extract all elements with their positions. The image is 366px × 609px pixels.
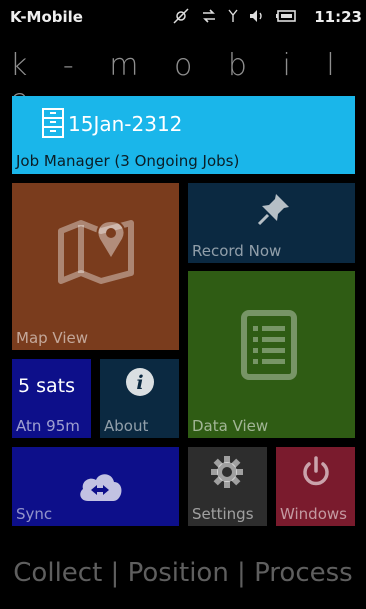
- job-manager-tile[interactable]: 15Jan-2312 Job Manager (3 Ongoing Jobs): [12, 96, 355, 174]
- data-view-tile[interactable]: Data View: [188, 271, 355, 438]
- map-view-label: Map View: [16, 329, 89, 347]
- data-transfer-icon: [200, 7, 218, 29]
- status-bar: K-Mobile 11:23: [8, 0, 366, 36]
- status-app-name: K-Mobile: [10, 8, 83, 26]
- document-list-icon: [240, 309, 298, 385]
- windows-tile[interactable]: Windows: [276, 447, 355, 526]
- file-cabinet-icon: [42, 108, 64, 138]
- push-pin-icon: [256, 191, 292, 231]
- job-manager-label: Job Manager (3 Ongoing Jobs): [16, 152, 240, 170]
- satellite-count: 5 sats: [18, 375, 76, 397]
- satellites-tile[interactable]: 5 sats Atn 95m: [12, 359, 91, 438]
- status-icons: [172, 7, 298, 29]
- battery-icon: [276, 9, 298, 27]
- cloud-sync-icon: [76, 469, 124, 507]
- footer-tagline: Collect | Position | Process: [13, 558, 353, 588]
- volume-icon: [248, 8, 266, 28]
- sync-label: Sync: [16, 505, 53, 523]
- about-tile[interactable]: i About: [100, 359, 179, 438]
- job-date: 15Jan-2312: [68, 112, 183, 136]
- windows-label: Windows: [280, 505, 347, 523]
- record-now-label: Record Now: [192, 242, 282, 260]
- data-view-label: Data View: [192, 417, 269, 435]
- settings-label: Settings: [192, 505, 254, 523]
- settings-tile[interactable]: Settings: [188, 447, 267, 526]
- satellite-off-icon: [172, 7, 190, 29]
- info-icon: i: [125, 367, 155, 401]
- status-time: 11:23: [314, 8, 362, 26]
- antenna-height-label: Atn 95m: [16, 417, 80, 435]
- map-view-tile[interactable]: Map View: [12, 183, 179, 350]
- record-now-tile[interactable]: Record Now: [188, 183, 355, 263]
- svg-text:i: i: [136, 372, 143, 394]
- about-label: About: [104, 417, 149, 435]
- signal-icon: [228, 9, 238, 27]
- sync-tile[interactable]: Sync: [12, 447, 179, 526]
- power-icon: [300, 455, 332, 493]
- gear-icon: [210, 455, 244, 493]
- map-pin-icon: [57, 217, 135, 289]
